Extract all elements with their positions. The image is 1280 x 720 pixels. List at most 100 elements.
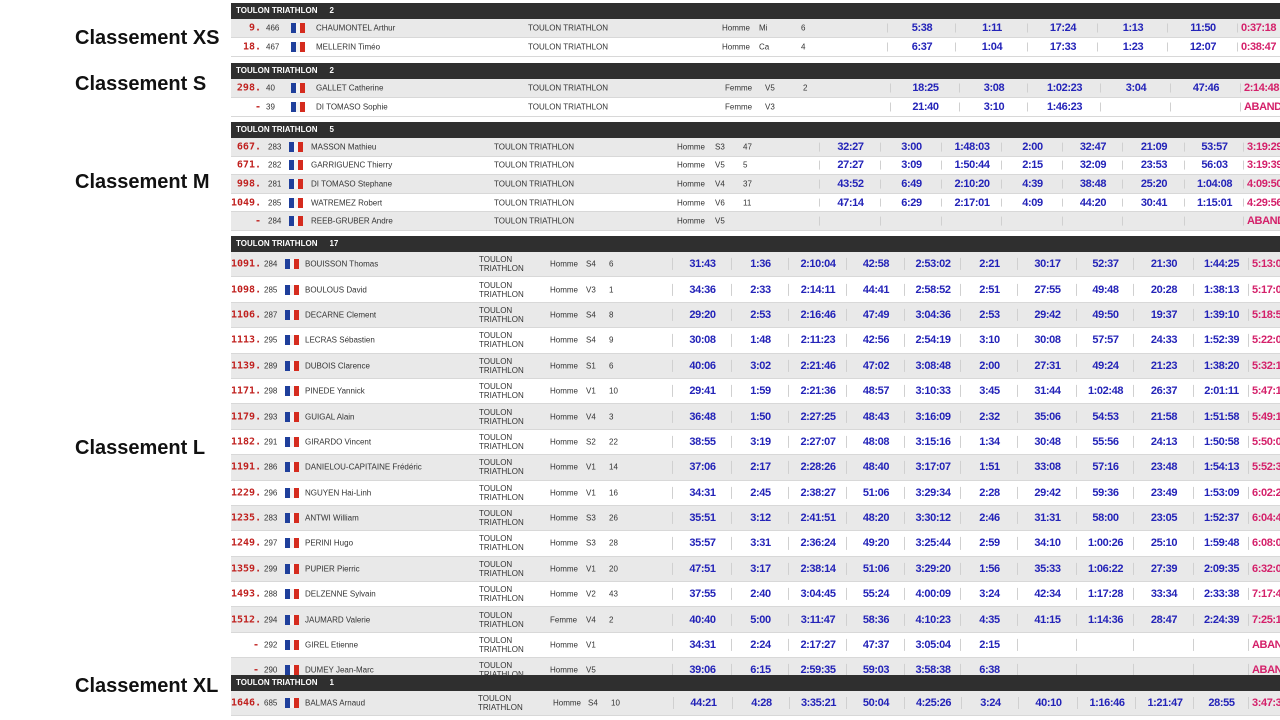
club-header-count: 2 [329, 6, 334, 15]
france-flag-icon [285, 335, 300, 346]
split-time-cell: 48:40 [862, 461, 890, 474]
category-rank-cell: 47 [743, 142, 752, 152]
split-time-cell: 23:48 [1150, 461, 1178, 474]
column-divider [846, 258, 847, 271]
athlete-name-link[interactable]: LECRAS Sébastien [305, 336, 375, 345]
column-divider [846, 435, 847, 449]
column-divider [1193, 359, 1194, 372]
result-row: -292 GIREL Etienne TOULON TRIATHLON Homme V1… [231, 632, 1280, 659]
athlete-name-link[interactable]: BALMAS Arnaud [305, 699, 365, 708]
column-divider [1243, 142, 1244, 152]
split-time-cell: 3:19 [750, 435, 771, 448]
club-cell: TOULON TRIATHLON [479, 610, 524, 629]
column-divider [1076, 613, 1077, 626]
column-divider [904, 334, 905, 347]
club-header-count: 2 [329, 66, 334, 75]
split-time-cell: 5:38 [911, 22, 933, 34]
france-flag-icon [289, 178, 304, 189]
split-time-cell: 2:21 [979, 258, 1000, 271]
split-time-cell: 18:25 [912, 82, 939, 94]
club-header-count: 5 [329, 125, 334, 134]
category-rank-cell: 4 [801, 42, 806, 52]
column-divider [731, 359, 732, 372]
athlete-name-link[interactable]: PERINI Hugo [305, 539, 353, 548]
column-divider [1243, 216, 1244, 226]
column-divider [1133, 308, 1134, 322]
athlete-name-link[interactable]: DUMEY Jean-Marc [305, 666, 374, 675]
athlete-name-link[interactable]: NGUYEN Hai-Linh [305, 488, 371, 497]
athlete-name-link[interactable]: DELZENNE Sylvain [305, 590, 376, 599]
bib-cell: 296 [264, 488, 278, 498]
total-time-cell: 6:02:28 [1252, 486, 1280, 499]
total-time-cell: 0:38:47 [1241, 41, 1277, 53]
sex-cell: Homme [550, 538, 579, 548]
column-divider [904, 258, 905, 271]
france-flag-icon [285, 436, 300, 447]
column-divider [1248, 511, 1249, 525]
split-time-cell: 3:29:20 [915, 562, 951, 575]
club-cell: TOULON TRIATHLON [479, 280, 524, 299]
france-flag-icon [291, 83, 306, 93]
athlete-name-link[interactable]: BOULOUS David [305, 285, 367, 294]
athlete-name-link[interactable]: GALLET Catherine [316, 84, 383, 93]
split-time-cell: 31:44 [1034, 385, 1061, 398]
column-divider [1017, 283, 1018, 296]
column-divider [1184, 179, 1185, 189]
column-divider [788, 613, 789, 626]
france-flag-icon [285, 614, 300, 625]
split-time-cell: 4:09 [1022, 196, 1043, 209]
column-divider [941, 198, 942, 207]
athlete-name-link[interactable]: JAUMARD Valerie [305, 615, 370, 624]
athlete-name-link[interactable]: GARRIGUENC Thierry [311, 161, 392, 170]
column-divider [1027, 23, 1028, 33]
club-header-count: 1 [329, 678, 334, 687]
club-cell: TOULON TRIATHLON [479, 534, 524, 553]
column-divider [788, 588, 789, 601]
rank-cell: 998. [236, 178, 261, 190]
athlete-name-link[interactable]: DUBOIS Clarence [305, 361, 370, 370]
rank-cell: - [254, 215, 261, 227]
split-time-cell: 2:41:51 [800, 512, 836, 525]
rank-cell: 671. [236, 159, 261, 171]
athlete-name-link[interactable]: BOUISSON Thomas [305, 260, 378, 269]
athlete-name-link[interactable]: DI TOMASO Stephane [311, 179, 392, 188]
athlete-name-link[interactable]: GIRARDO Vincent [305, 437, 371, 446]
column-divider [1062, 216, 1063, 226]
split-time-cell: 2:46 [979, 512, 1000, 525]
athlete-name-link[interactable]: DECARNE Clement [305, 310, 376, 319]
column-divider [1076, 638, 1077, 652]
athlete-name-link[interactable]: DANIELOU-CAPITAINE Frédéric [305, 463, 422, 472]
split-time-cell: 47:02 [862, 359, 890, 372]
split-time-cell: 1:04 [981, 41, 1003, 53]
athlete-name-link[interactable]: REEB-GRUBER Andre [311, 217, 393, 226]
column-divider [731, 410, 732, 423]
athlete-name-link[interactable]: GIREL Etienne [305, 641, 358, 650]
athlete-name-link[interactable]: ANTWI William [305, 514, 359, 523]
athlete-name-link[interactable]: GUIGAL Alain [305, 412, 355, 421]
bib-cell: 284 [264, 259, 278, 269]
athlete-name-link[interactable]: DI TOMASO Sophie [316, 103, 388, 112]
split-time-cell: 17:33 [1049, 41, 1077, 53]
split-time-cell: 2:33 [750, 283, 771, 296]
rank-cell: 1171. [231, 385, 262, 397]
split-time-cell: 44:21 [690, 697, 717, 709]
athlete-name-link[interactable]: WATREMEZ Robert [311, 198, 382, 207]
athlete-name-link[interactable]: PUPIER Pierric [305, 564, 360, 573]
column-divider [672, 410, 673, 423]
bib-cell: 40 [266, 83, 275, 93]
sex-cell: Homme [550, 589, 579, 599]
athlete-name-link[interactable]: MASSON Mathieu [311, 142, 376, 151]
column-divider [1237, 42, 1238, 52]
category-cell: V4 [586, 615, 596, 625]
athlete-name-link[interactable]: PINEDE Yannick [305, 387, 365, 396]
split-time-cell: 47:49 [862, 308, 890, 321]
column-divider [880, 160, 881, 170]
column-divider [846, 511, 847, 525]
split-time-cell: 47:46 [1192, 82, 1220, 94]
athlete-name-link[interactable]: CHAUMONTEL Arthur [316, 24, 395, 33]
athlete-name-link[interactable]: MELLERIN Timéo [316, 43, 380, 52]
column-divider [1122, 179, 1123, 189]
split-time-cell: 4:28 [751, 697, 772, 709]
club-cell: TOULON TRIATHLON [494, 142, 575, 152]
column-divider [1133, 435, 1134, 449]
